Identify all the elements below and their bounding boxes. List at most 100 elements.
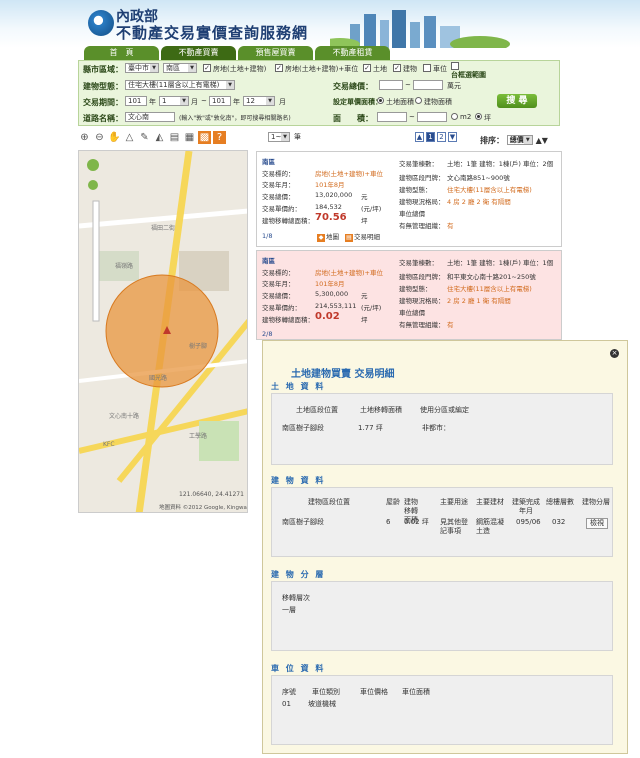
city-select[interactable]: 臺中市	[125, 63, 159, 73]
land-section-title: 土 地 資 料	[271, 382, 326, 391]
map-view[interactable]: 福田二街 福嶺路 樹子腳 國光路 文心南十路 工學路 KFC 121.06640…	[78, 150, 248, 513]
filter-checkbox-4[interactable]: ✓	[393, 64, 401, 72]
unit-building-radio[interactable]	[415, 97, 422, 104]
card-district: 南區	[262, 158, 275, 166]
park-header: 車位類別	[312, 688, 340, 696]
card-key: 車位總價	[399, 309, 425, 317]
road-input[interactable]: 文心南	[125, 112, 175, 122]
bldg-header: 建築完成年月	[512, 498, 540, 515]
sort-label: 排序：	[480, 136, 504, 145]
land-value: 南區樹子腳段	[282, 424, 324, 432]
map-button-label: 地圖	[326, 233, 339, 241]
land-header: 使用分區或編定	[420, 406, 469, 414]
area-m2-label: m2	[460, 113, 472, 121]
card-key: 交易總價：	[262, 292, 295, 300]
bldg-value: 0.02 坪	[404, 518, 429, 526]
to-month-unit: 月	[279, 98, 286, 106]
card-value: 214,553,111	[315, 302, 357, 310]
road-label: 道路名稱：	[83, 114, 123, 123]
map-range-checkbox[interactable]	[451, 62, 459, 70]
tab-real-estate-sale[interactable]: 不動產買賣	[161, 46, 236, 60]
result-card[interactable]: 南區 交易標的： 房地(土地+建物)+車位 交易年月： 101年8月 交易總價：…	[256, 151, 562, 247]
filter-label-3: 土地	[373, 65, 387, 73]
to-year-input[interactable]: 101	[209, 96, 231, 106]
card-value: 13,020,000	[315, 191, 353, 199]
filter-checkbox-3[interactable]: ✓	[363, 64, 371, 72]
zoom-out-icon[interactable]: ⊖	[93, 131, 106, 144]
park-value: 01	[282, 700, 291, 708]
filter-label-4: 建物	[403, 65, 417, 73]
page-numbers: ▲ 1 2 ▼	[415, 132, 457, 142]
to-month-select[interactable]: 12	[243, 96, 275, 106]
map-button[interactable]: ◆ 地圖	[317, 231, 339, 242]
period-sep: ~	[201, 97, 207, 105]
map-coords: 121.06640, 24.41271	[179, 491, 244, 498]
help-icon[interactable]: ?	[213, 131, 226, 144]
bldg-value: 032	[552, 518, 566, 526]
park-header: 序號	[282, 688, 296, 696]
filter-label-2: 房地(土地+建物)+車位	[285, 65, 359, 73]
unit-land-label: 土地面積	[386, 98, 414, 106]
sort-select[interactable]: 總價	[506, 135, 533, 145]
next-page-icon[interactable]: ▼	[448, 132, 457, 142]
area-ping-label: 坪	[484, 114, 491, 122]
land-value: 1.77 坪	[358, 424, 383, 432]
grid-icon[interactable]: ▩	[198, 131, 211, 144]
prev-page-icon[interactable]: ▲	[415, 132, 424, 142]
from-year-input[interactable]: 101	[125, 96, 147, 106]
period-label: 交易期間：	[83, 98, 123, 107]
to-year-unit: 年	[233, 98, 240, 106]
floor-value: 一層	[282, 606, 296, 614]
pan-icon[interactable]: ✋	[108, 131, 121, 144]
tab-home[interactable]: 首 頁	[84, 46, 159, 60]
district-select[interactable]: 南區	[163, 63, 197, 73]
building-type-select[interactable]: 住宅大樓(11層含以上有電梯)	[125, 80, 235, 90]
result-card[interactable]: 南區 交易標的： 房地(土地+建物)+車位 交易年月： 101年8月 交易總價：…	[256, 250, 562, 340]
per-page-select[interactable]: 1~8	[268, 132, 290, 142]
close-icon[interactable]: ×	[610, 349, 619, 358]
tab-presale[interactable]: 預售屋買賣	[238, 46, 313, 60]
detail-button[interactable]: ▤ 交易明細	[345, 231, 380, 242]
search-button[interactable]: 搜 尋	[497, 94, 537, 108]
bldg-header: 屋齡	[386, 498, 400, 506]
from-year-unit: 年	[149, 98, 156, 106]
area-ping-radio[interactable]	[475, 113, 482, 120]
card-value: 有	[447, 222, 454, 230]
measure-icon[interactable]: △	[123, 131, 136, 144]
filter-checkbox-2[interactable]: ✓	[275, 64, 283, 72]
filter-label-5: 車位	[433, 65, 447, 73]
filter-checkbox-5[interactable]	[423, 64, 431, 72]
zoom-in-icon[interactable]: ⊕	[78, 131, 91, 144]
filter-checkbox-1[interactable]: ✓	[203, 64, 211, 72]
per-page-unit: 筆	[294, 133, 301, 141]
from-month-select[interactable]: 1	[159, 96, 189, 106]
pen-icon[interactable]: ✎	[138, 131, 151, 144]
total-max-input[interactable]	[413, 80, 443, 90]
area-m2-radio[interactable]	[451, 113, 458, 120]
area-max-input[interactable]	[417, 112, 447, 122]
card-unit: 元	[361, 193, 368, 201]
page-1[interactable]: 1	[426, 132, 435, 142]
card-key: 建物移轉總面積：	[262, 217, 314, 225]
map-label: 工學路	[189, 433, 208, 440]
land-header: 土地移轉面積	[360, 406, 402, 414]
page-2[interactable]: 2	[437, 132, 446, 142]
area-min-input[interactable]	[377, 112, 407, 122]
card-unit: (元/坪)	[361, 205, 382, 213]
card-key: 建物移轉總面積：	[262, 316, 314, 324]
map-range-label: 台框選範圍	[451, 71, 486, 79]
layer-icon[interactable]: ▦	[183, 131, 196, 144]
bldg-value: 南區樹子腳段	[282, 518, 324, 526]
card-unit: 坪	[361, 316, 368, 324]
unit-land-radio[interactable]	[377, 97, 384, 104]
view-floors-button[interactable]: 檢視	[586, 518, 608, 529]
floor-table: 移轉層次 一層	[271, 581, 613, 651]
sort-desc-icon[interactable]: ▼	[542, 136, 548, 145]
tab-rental[interactable]: 不動產租賃	[315, 46, 390, 60]
print-icon[interactable]: ▤	[168, 131, 181, 144]
card-value: 101年8月	[315, 181, 345, 189]
total-min-input[interactable]	[379, 80, 403, 90]
map-label: 福田二街	[151, 225, 176, 232]
draw-icon[interactable]: ◭	[153, 131, 166, 144]
card-key: 建物現況格局：	[399, 198, 445, 206]
